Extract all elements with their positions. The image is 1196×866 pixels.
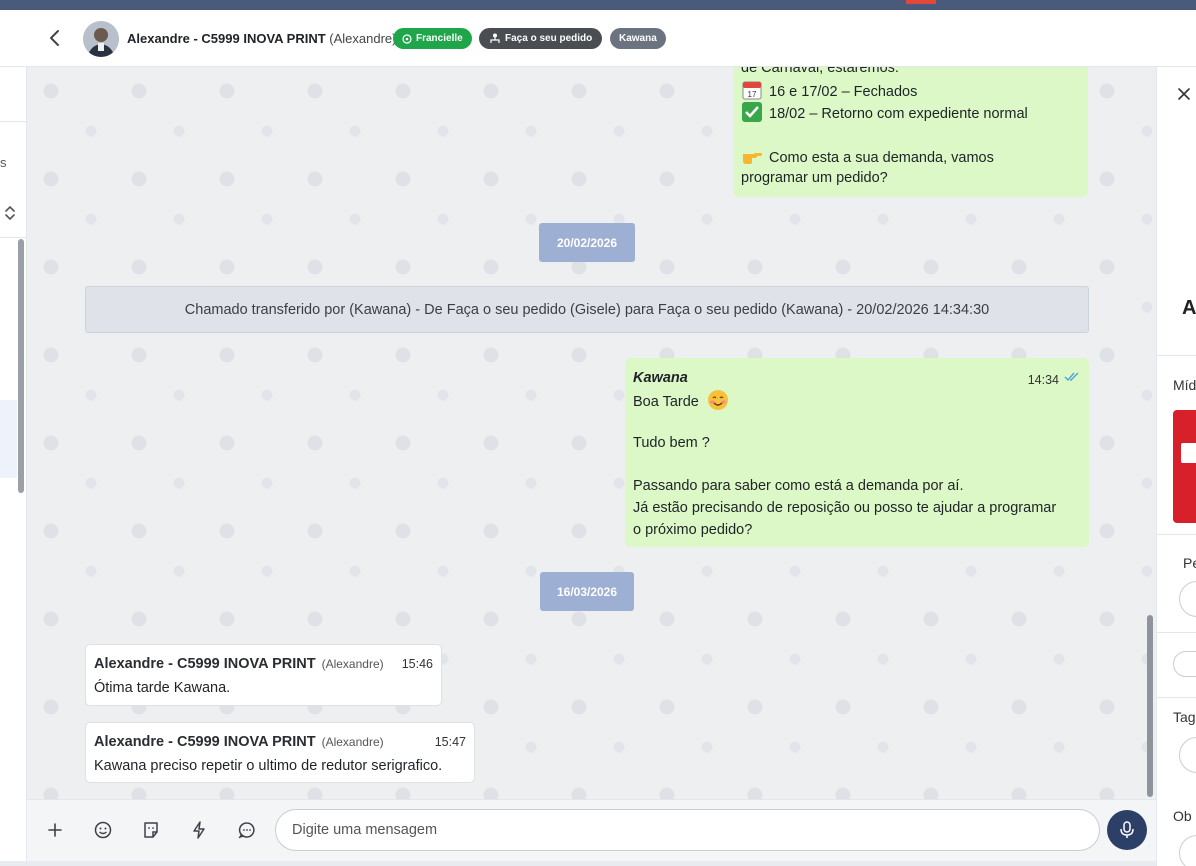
back-arrow-icon[interactable] [44, 27, 66, 49]
message-author: Kawana [633, 370, 688, 386]
contact-nickname: (Alexandre) [329, 31, 397, 46]
queue-tag-label: Faça o seu pedido [505, 33, 593, 44]
notes-field[interactable] [1179, 835, 1196, 866]
check-mark-emoji-icon [742, 102, 762, 122]
read-receipt-icon [1064, 372, 1079, 382]
plus-icon[interactable] [45, 820, 65, 840]
incoming-message: Alexandre - C5999 INOVA PRINT (Alexandre… [85, 644, 442, 706]
close-icon[interactable] [1177, 87, 1191, 101]
message-line: Tudo bem ? [633, 435, 710, 451]
divider [1157, 697, 1196, 698]
quick-reply-lightning-icon[interactable] [189, 820, 209, 840]
agent-tag-label: Kawana [619, 33, 657, 44]
message-text: Boa Tarde [633, 394, 699, 410]
composer-bar [27, 799, 1156, 861]
whatsapp-icon [402, 33, 412, 44]
notification-mark [906, 0, 936, 4]
message-line-with-smiley: Boa Tarde [633, 389, 1081, 411]
message-input[interactable] [275, 809, 1100, 851]
message-time: 15:46 [401, 657, 433, 671]
chat-header: Alexandre - C5999 INOVA PRINT (Alexandre… [0, 10, 1196, 67]
smiling-face-emoji-icon [707, 390, 728, 410]
message-line: programar um pedido? [741, 170, 888, 186]
microphone-button[interactable] [1107, 810, 1147, 850]
sort-toggle-icon[interactable] [4, 205, 16, 221]
message-line: de Carnaval, estaremos: [741, 67, 899, 76]
section-field[interactable] [1179, 581, 1196, 617]
system-transfer-note: Chamado transferido por (Kawana) - De Fa… [85, 286, 1089, 333]
svg-text:17: 17 [748, 90, 757, 99]
partial-label: s [0, 155, 7, 170]
bottom-strip [0, 861, 1196, 866]
outgoing-message: Kawana 14:34 Boa Tarde Tudo bem ? Passan… [625, 358, 1089, 547]
message-line-with-check: 18/02 – Retorno com expediente normal [741, 101, 1080, 123]
divider [0, 237, 27, 238]
divider [1157, 355, 1196, 356]
tags-section-label: Tag [1173, 709, 1196, 725]
emoji-icon[interactable] [93, 820, 113, 840]
message-text: Ótima tarde Kawana. [94, 680, 231, 696]
sticker-icon[interactable] [141, 820, 161, 840]
toggle-switch[interactable] [1173, 651, 1196, 677]
contact-details-panel: Al Míd Pe Tag Ob [1156, 67, 1196, 866]
section-label-pe: Pe [1183, 555, 1196, 571]
divider [1157, 534, 1196, 535]
media-section-label: Míd [1173, 377, 1196, 393]
date-separator: 20/02/2026 [539, 223, 635, 262]
tags-field[interactable] [1179, 737, 1196, 773]
chat-scrollbar[interactable] [1147, 615, 1153, 797]
message-header: Alexandre - C5999 INOVA PRINT (Alexandre… [94, 653, 433, 675]
message-text: 16 e 17/02 – Fechados [769, 84, 918, 100]
chat-bubble-icon[interactable] [237, 820, 257, 840]
message-area: de Carnaval, estaremos: 17 16 e 17/02 – F… [27, 67, 1156, 799]
incoming-message: Alexandre - C5999 INOVA PRINT (Alexandre… [85, 722, 475, 783]
selected-conversation-highlight[interactable] [0, 400, 17, 478]
pointing-hand-emoji-icon [743, 153, 762, 164]
message-time: 14:34 [1027, 373, 1059, 387]
message-time: 15:47 [434, 735, 466, 749]
message-line: Passando para saber como está a demanda … [633, 478, 964, 494]
message-line: Já estão precisando de reposição ou poss… [633, 500, 1057, 516]
contact-name-text: Alexandre - C5999 INOVA PRINT [127, 31, 326, 46]
sender-nickname: (Alexandre) [321, 735, 384, 749]
message-line-with-pointer: Como esta a sua demanda, vamos [741, 145, 1080, 167]
whatsapp-connection-tag[interactable]: Francielle [393, 28, 472, 49]
outgoing-message: de Carnaval, estaremos: 17 16 e 17/02 – F… [733, 67, 1088, 197]
message-line-with-calendar: 17 16 e 17/02 – Fechados [741, 79, 1080, 101]
sender-name: Alexandre - C5999 INOVA PRINT [94, 656, 316, 672]
list-scrollbar[interactable] [18, 239, 24, 493]
microphone-icon [1120, 821, 1134, 838]
sender-name: Alexandre - C5999 INOVA PRINT [94, 734, 316, 750]
contact-name[interactable]: Alexandre - C5999 INOVA PRINT (Alexandre… [127, 31, 397, 46]
notes-section-label: Ob [1173, 808, 1192, 824]
whatsapp-tag-label: Francielle [416, 33, 463, 44]
calendar-emoji-icon: 17 [742, 81, 762, 100]
message-text: Como esta a sua demanda, vamos [769, 150, 994, 166]
message-text: 18/02 – Retorno com expediente normal [769, 106, 1028, 122]
queue-icon [490, 33, 500, 43]
date-separator: 16/03/2026 [540, 572, 634, 611]
queue-tag[interactable]: Faça o seu pedido [479, 28, 603, 49]
media-thumbnail[interactable] [1173, 410, 1196, 523]
sender-nickname: (Alexandre) [321, 657, 384, 671]
contact-name-partial: Al [1182, 297, 1196, 319]
divider [1157, 632, 1196, 633]
top-window-bar [0, 0, 1196, 10]
divider [0, 121, 27, 122]
conversation-list-rail: s [0, 67, 27, 866]
agent-tag[interactable]: Kawana [610, 28, 666, 49]
message-header: Alexandre - C5999 INOVA PRINT (Alexandre… [94, 731, 466, 753]
message-line: o próximo pedido? [633, 522, 753, 538]
message-text: Kawana preciso repetir o ultimo de redut… [94, 758, 443, 774]
contact-avatar[interactable] [83, 21, 119, 57]
